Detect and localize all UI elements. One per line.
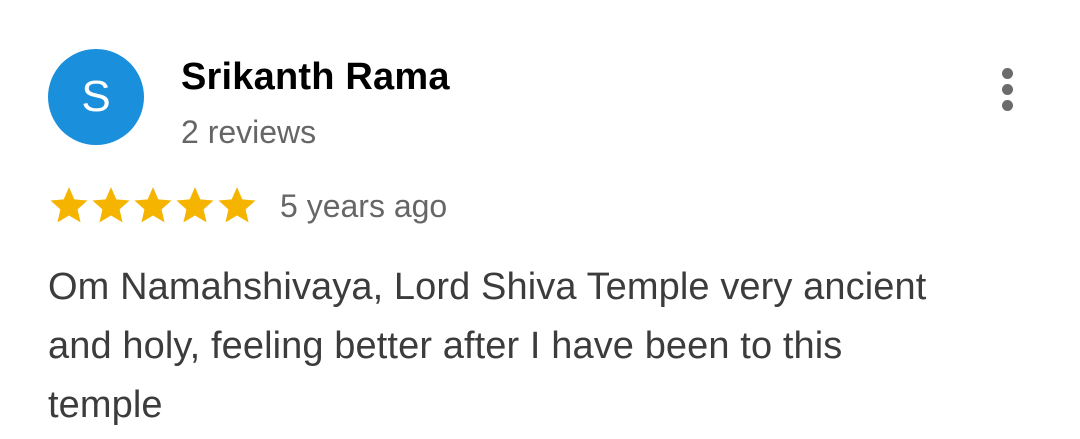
star-icon — [48, 182, 90, 228]
avatar[interactable]: S — [48, 49, 144, 145]
more-options-button[interactable] — [992, 64, 1024, 116]
review-card: S Srikanth Rama 2 reviews 5 years ago Om… — [0, 0, 1080, 439]
star-rating — [48, 182, 258, 230]
review-date: 5 years ago — [280, 188, 448, 224]
review-text: Om Namahshivaya, Lord Shiva Temple very … — [48, 266, 927, 426]
star-icon — [174, 182, 216, 228]
star-icon — [216, 182, 258, 228]
author-name[interactable]: Srikanth Rama — [181, 54, 450, 100]
review-count[interactable]: 2 reviews — [181, 112, 316, 152]
star-icon — [90, 182, 132, 228]
star-icon — [132, 182, 174, 228]
